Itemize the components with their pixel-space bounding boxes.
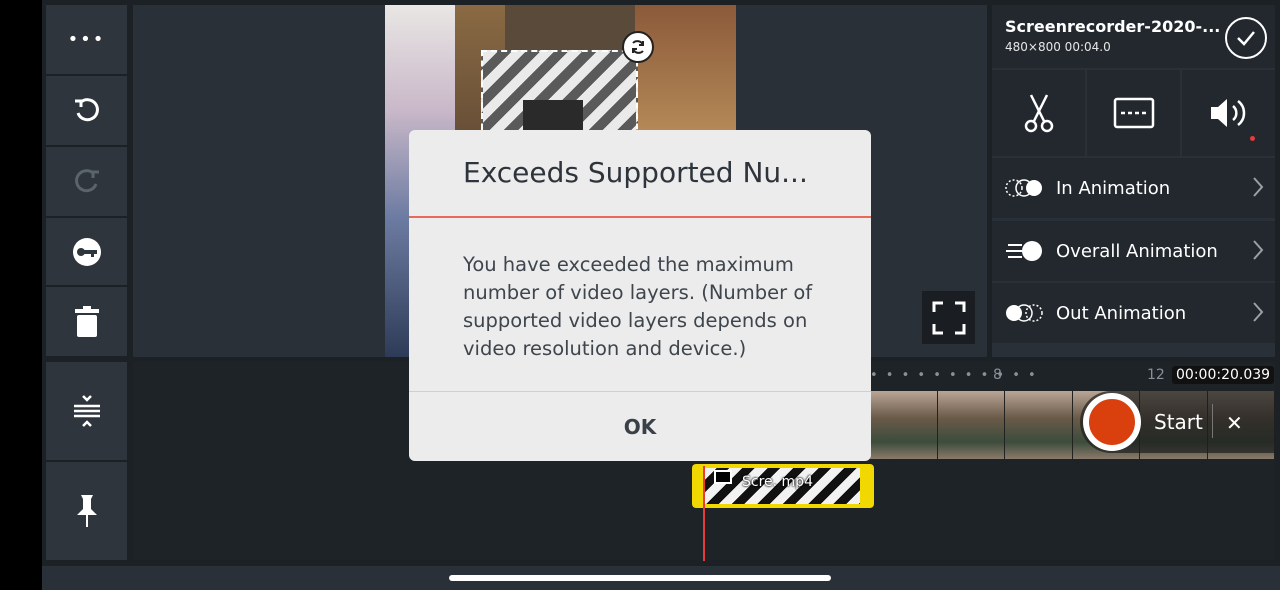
undo-button[interactable] xyxy=(46,76,127,145)
pin-button[interactable] xyxy=(46,462,127,560)
in-animation-icon xyxy=(1005,179,1042,197)
record-icon xyxy=(1087,397,1137,447)
caption-button[interactable] xyxy=(1087,70,1180,156)
keyframe-button[interactable] xyxy=(46,218,127,285)
video-frame xyxy=(1005,391,1073,459)
scissors-icon xyxy=(1024,94,1053,133)
volume-icon xyxy=(1210,99,1245,127)
ruler-tick-12: 12 xyxy=(1147,367,1165,383)
trash-icon xyxy=(74,305,99,337)
dialog-title-divider xyxy=(409,216,871,218)
undo-icon xyxy=(74,97,99,121)
key-icon xyxy=(72,237,101,266)
playhead[interactable] xyxy=(703,466,705,561)
expand-vertical-icon xyxy=(73,395,100,427)
rotate-handle[interactable] xyxy=(622,31,654,63)
overall-animation-row[interactable]: Overall Animation xyxy=(992,221,1275,281)
dialog-title: Exceeds Supported Nu... xyxy=(463,156,808,189)
chevron-right-icon xyxy=(1253,177,1264,197)
delete-button[interactable] xyxy=(46,287,127,356)
record-start-label[interactable]: Start xyxy=(1154,410,1203,434)
dialog-message: You have exceeded the maximum number of … xyxy=(463,253,813,360)
timeline-ruler: • • • • • • • • • • • xyxy=(870,368,1038,383)
chevron-right-icon xyxy=(1253,302,1264,322)
overall-animation-label: Overall Animation xyxy=(1056,240,1218,262)
timeline-expand-button[interactable] xyxy=(46,362,127,460)
out-animation-row[interactable]: Out Animation xyxy=(992,283,1275,343)
pin-icon xyxy=(76,495,97,527)
layer-clip[interactable]: Scre. mp4 xyxy=(692,464,874,508)
out-animation-icon xyxy=(1006,304,1043,322)
clip-meta: 480×800 00:04.0 xyxy=(1005,40,1111,54)
clip-title: Screenrecorder-2020-... xyxy=(1005,17,1221,36)
caption-icon xyxy=(1113,97,1154,129)
volume-indicator-dot xyxy=(1250,136,1255,141)
chevron-right-icon xyxy=(1253,240,1264,260)
in-animation-row[interactable]: In Animation xyxy=(992,158,1275,218)
rotate-icon xyxy=(632,40,644,54)
overall-animation-icon xyxy=(1006,241,1042,261)
recorder-divider xyxy=(1212,404,1213,438)
video-frame xyxy=(870,391,938,459)
record-button[interactable] xyxy=(1083,393,1141,451)
split-button[interactable] xyxy=(992,70,1085,156)
check-icon xyxy=(1237,31,1255,46)
recorder-close-button[interactable]: ✕ xyxy=(1226,411,1243,435)
redo-icon xyxy=(74,168,99,192)
selected-layer[interactable] xyxy=(481,50,638,140)
confirm-button[interactable] xyxy=(1225,17,1267,59)
volume-button[interactable] xyxy=(1182,70,1275,156)
home-indicator[interactable] xyxy=(449,575,831,581)
error-dialog: Exceeds Supported Nu... You have exceede… xyxy=(409,130,871,461)
timecode: 00:00:20.039 xyxy=(1172,366,1275,384)
video-frame xyxy=(937,391,1005,459)
out-animation-label: Out Animation xyxy=(1056,302,1187,324)
ruler-tick-8: 8 xyxy=(993,367,1002,383)
fullscreen-button[interactable] xyxy=(922,291,975,344)
redo-button[interactable] xyxy=(46,147,127,216)
more-options-button[interactable]: ••• xyxy=(46,5,127,74)
more-icon: ••• xyxy=(67,29,106,50)
layer-clip-name: Scre. mp4 xyxy=(742,474,813,490)
fullscreen-icon xyxy=(932,301,965,334)
ok-button[interactable]: OK xyxy=(409,392,871,461)
video-layer-icon xyxy=(714,470,732,484)
in-animation-label: In Animation xyxy=(1056,177,1171,199)
